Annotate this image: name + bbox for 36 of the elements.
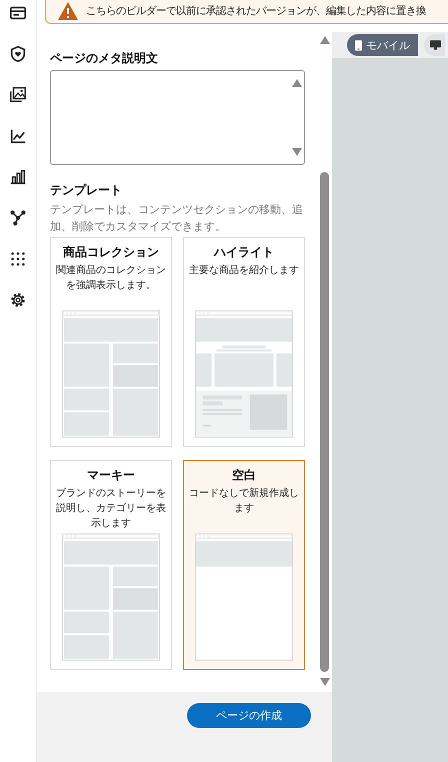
template-name: ハイライト [214, 244, 274, 261]
template-description: 主要な商品を紹介します [189, 264, 299, 278]
bar-chart-icon[interactable] [9, 168, 27, 186]
settings-icon[interactable] [9, 291, 27, 309]
template-description: コードなしで新規作成します [188, 486, 300, 516]
create-page-button[interactable]: ページの作成 [187, 703, 311, 728]
template-description: 関連商品のコレクションを強調表示します。 [55, 264, 167, 293]
warning-icon [58, 2, 78, 20]
grid-icon[interactable] [9, 250, 27, 268]
card-icon[interactable] [9, 4, 27, 22]
template-name: 空白 [232, 467, 256, 484]
template-card[interactable]: 空白 コードなしで新規作成します [183, 460, 305, 670]
scroll-thumb[interactable] [320, 172, 329, 672]
desktop-view-button[interactable] [424, 34, 445, 56]
warning-message: こちらのビルダーで以前に承認されたバージョンが、編集した内容に置き換 [86, 4, 426, 18]
template-card[interactable]: マーキー ブランドのストーリーを説明し、カテゴリーを表示します [50, 460, 172, 670]
template-name: マーキー [87, 467, 135, 484]
description-field[interactable] [50, 70, 305, 165]
template-card[interactable]: 商品コレクション 関連商品のコレクションを強調表示します。 [50, 237, 172, 447]
phone-icon [355, 40, 362, 50]
mobile-view-button[interactable]: モバイル [347, 34, 418, 56]
template-card[interactable]: ハイライト 主要な商品を紹介します [183, 237, 305, 447]
line-chart-icon[interactable] [9, 127, 27, 145]
scroll-up-icon[interactable] [320, 36, 330, 44]
section-description: テンプレートは、コンテンツセクションの移動、追加、削除でカスタマイズできます。 [50, 202, 304, 235]
scroll-down-icon[interactable] [320, 678, 330, 686]
scroll-down-icon[interactable] [292, 148, 302, 156]
shield-icon[interactable] [9, 45, 27, 63]
scroll-up-icon[interactable] [292, 79, 302, 87]
network-icon[interactable] [9, 209, 27, 227]
template-name: 商品コレクション [63, 244, 159, 261]
image-icon[interactable] [9, 86, 27, 104]
monitor-icon [430, 40, 441, 50]
section-title: テンプレート [50, 182, 123, 198]
field-label: ページのメタ説明文 [50, 50, 159, 66]
template-description: ブランドのストーリーを説明し、カテゴリーを表示します [55, 486, 167, 531]
